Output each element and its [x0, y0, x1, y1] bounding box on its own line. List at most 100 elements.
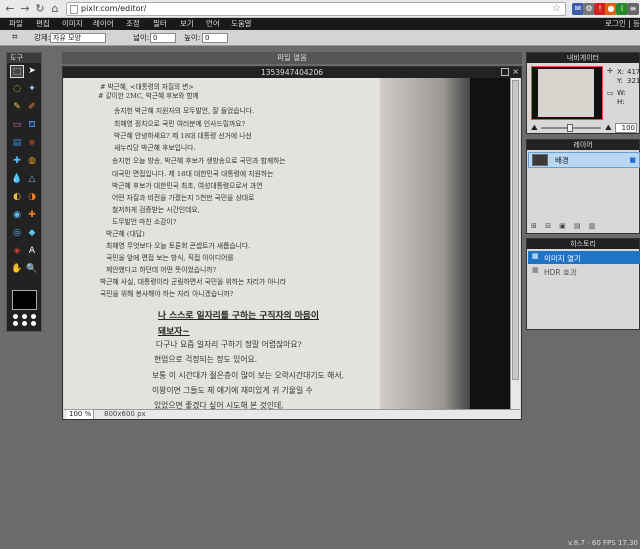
pencil-tool-icon[interactable]: ✎ — [10, 101, 24, 114]
marquee-tool-icon[interactable]: ➤ — [25, 65, 39, 78]
document-text-line: 철저하게 검증받는 시간인데요, — [112, 206, 200, 214]
mode-select[interactable]: 자유 모양 — [50, 33, 106, 43]
gradient-tool-icon[interactable]: ▤ — [10, 137, 24, 150]
x-label: X: — [617, 68, 625, 76]
width-field[interactable]: 0 — [150, 33, 176, 43]
home-icon[interactable]: ⌂ — [49, 3, 61, 15]
zoom-percent-field[interactable]: 100 — [615, 123, 637, 133]
history-item-label: 이미지 열기 — [544, 254, 581, 263]
menu-edit[interactable]: 편집 — [36, 18, 50, 30]
zoom-field[interactable]: 100 % — [67, 410, 95, 419]
stamp-tool-icon[interactable]: ⎈ — [25, 137, 39, 150]
document-text-line: # 같이한 2MC, 박근혜 후보와 함께 — [98, 92, 199, 100]
url-text: pixlr.com/editor/ — [81, 4, 147, 13]
image-window: 1353947404206 × # 박근혜, <대통령의 자질의 변> # 같이한… — [62, 66, 522, 420]
eyedropper-tool-icon[interactable]: ✚ — [10, 155, 24, 168]
sponge-tool-icon[interactable]: ◍ — [25, 155, 39, 168]
reload-icon[interactable]: ↻ — [34, 3, 46, 15]
history-item-hdr[interactable]: ▦ HDR 효과 — [528, 265, 640, 278]
forward-icon[interactable]: → — [19, 3, 31, 15]
w-label: W: — [617, 89, 626, 97]
layers-panel: 레이어 배경 ■ ⊞ ⊟ ▣ ▤ ▥ — [526, 139, 640, 234]
zoom-in-icon[interactable]: ⛰ — [605, 123, 612, 133]
tools-title: 도구 — [7, 53, 41, 63]
history-item-open-image[interactable]: ▦ 이미지 열기 — [528, 251, 640, 264]
drop-tool-icon[interactable]: 💧 — [10, 173, 24, 186]
address-bar[interactable]: pixlr.com/editor/ ☆ — [66, 2, 566, 16]
crop-icon[interactable]: ⌗ — [12, 32, 18, 44]
y-value: 321 — [627, 77, 640, 85]
menu-adjust[interactable]: 조정 — [126, 18, 140, 30]
maximize-icon[interactable] — [501, 68, 509, 76]
h-label: H: — [617, 98, 625, 106]
image-canvas[interactable]: # 박근혜, <대통령의 자질의 변> # 같이한 2MC, 박근혜 후보와 함께… — [64, 78, 510, 410]
dialog-title: 파일 열음 — [62, 52, 522, 64]
dodge-tool-icon[interactable]: ◐ — [10, 191, 24, 204]
brush-tool-icon[interactable]: ✐ — [25, 101, 39, 114]
zoom-out-icon[interactable]: ⛰ — [531, 123, 538, 133]
horizontal-scrollbar[interactable]: 100 % 800x600 px — [64, 409, 520, 419]
image-size: 800x600 px — [104, 410, 146, 418]
menu-layer[interactable]: 레이어 — [93, 18, 114, 30]
menu-view[interactable]: 보기 — [180, 18, 194, 30]
document-text-line: 최혜영 무엇보다 오늘 토론회 콘셉트가 새롭습니다. — [106, 242, 251, 250]
tools-panel: 도구 ⬚ ➤ ◌ ✦ ✎ ✐ ▭ ⛾ ▤ ⎈ ✚ ◍ 💧 △ ◐ ◑ ◉ ✚ ◎ ◆ ◈ A ✋ 🔍 — [6, 52, 42, 332]
move-tool-icon[interactable]: ⬚ — [10, 65, 24, 78]
hand-tool-icon[interactable]: ✋ — [10, 263, 24, 276]
navigator-thumbnail[interactable] — [531, 66, 603, 120]
menu-file[interactable]: 파일 — [9, 18, 23, 30]
height-field[interactable]: 0 — [202, 33, 228, 43]
document-text-line: 어떤 자질과 비전을 가졌는지 5천만 국민을 상대로 — [112, 194, 255, 202]
document-text-line: 박근혜 후보가 대한민국 최초, 여성대통령으로서 과연 — [112, 182, 263, 190]
document-text-line: 대국민 면접입니다. 제 18대 대한민국 대통령에 지원하는 — [112, 170, 274, 178]
xy-icon: ✛ — [607, 67, 613, 75]
document-text-line: 최혜영 정치으로 국민 여러분께 인사드릴까요? — [114, 120, 246, 128]
color-swatch[interactable] — [12, 290, 37, 310]
bloat-tool-icon[interactable]: ◎ — [10, 227, 24, 240]
bucket-tool-icon[interactable]: ⛾ — [25, 119, 39, 132]
back-icon[interactable]: ← — [4, 3, 16, 15]
history-effect-icon: ▦ — [532, 266, 539, 274]
red-eye-tool-icon[interactable]: ◉ — [10, 209, 24, 222]
spot-heal-tool-icon[interactable]: ✚ — [25, 209, 39, 222]
document-text-line: 이왕이면 그들도 제 얘기에 재미있게 귀 기울일 수 — [152, 386, 313, 395]
document-text-line: 박근혜 안녕하세요? 제 18대 대통령 선거에 나선 — [114, 132, 252, 140]
menu-help[interactable]: 도움말 — [231, 18, 252, 30]
status-text: v.8.7 - 60 FPS 17.30 — [567, 539, 638, 547]
zoom-tool-icon[interactable]: 🔍 — [25, 263, 39, 276]
star-icon[interactable]: ☆ — [552, 3, 561, 15]
document-text-line: 도무발언 마친 소감이? — [112, 218, 177, 226]
history-panel: 히스토리 ▦ 이미지 열기 ▦ HDR 효과 — [526, 238, 640, 330]
text-tool-icon[interactable]: A — [25, 245, 39, 258]
document-text-line: 박근혜 사실, 대통령이라 군림하면서 국민을 위하는 자리가 아니라 — [100, 278, 287, 286]
wand-tool-icon[interactable]: ✦ — [25, 83, 39, 96]
document-text-line: 국민을 위해 봉사해야 하는 자리 아니겠습니까? — [100, 290, 234, 298]
panel-options-icon[interactable] — [11, 313, 39, 327]
sharpen-tool-icon[interactable]: △ — [25, 173, 39, 186]
burn-tool-icon[interactable]: ◑ — [25, 191, 39, 204]
close-icon[interactable]: × — [512, 67, 519, 77]
app-menubar: 파일 편집 이미지 레이어 조정 필터 보기 언어 도움말 로그인 | 등 — [0, 18, 640, 30]
zoom-slider[interactable] — [541, 124, 601, 132]
vertical-scrollbar[interactable] — [510, 78, 520, 410]
menu-language[interactable]: 언어 — [206, 18, 220, 30]
menu-filter[interactable]: 필터 — [153, 18, 167, 30]
colorize-tool-icon[interactable]: ◈ — [10, 245, 24, 258]
layer-row[interactable]: 배경 ■ — [528, 152, 640, 168]
lock-icon[interactable]: ■ — [629, 156, 636, 164]
navigator-title: 내비게이터 — [527, 53, 639, 63]
document-text-line: 다구나 요즘 일자리 구하기 정말 어렵잖아요? — [156, 340, 302, 349]
pinch-tool-icon[interactable]: ◆ — [25, 227, 39, 240]
layer-actions-icons[interactable]: ⊞ ⊟ ▣ ▤ ▥ — [531, 222, 598, 230]
options-toolbar: ⌗ 강제: 자유 모양 넓이: 0 높이: 0 — [0, 30, 640, 46]
history-item-label: HDR 효과 — [544, 268, 577, 277]
size-icon: ▭ — [607, 89, 614, 97]
lasso-tool-icon[interactable]: ◌ — [10, 83, 24, 96]
document-text-line: 박근혜 (대답) — [106, 230, 145, 238]
menu-image[interactable]: 이미지 — [62, 18, 83, 30]
wrench-icon[interactable]: ≡ — [627, 3, 639, 15]
eraser-tool-icon[interactable]: ▭ — [10, 119, 24, 132]
login-link[interactable]: 로그인 | 등 — [605, 18, 640, 30]
document-text-line: 현업으로 걱정되는 정도 있어요. — [154, 355, 258, 364]
document-photo: # 박근혜, <대통령의 자질의 변> # 같이한 2MC, 박근혜 후보와 함께… — [64, 78, 470, 410]
